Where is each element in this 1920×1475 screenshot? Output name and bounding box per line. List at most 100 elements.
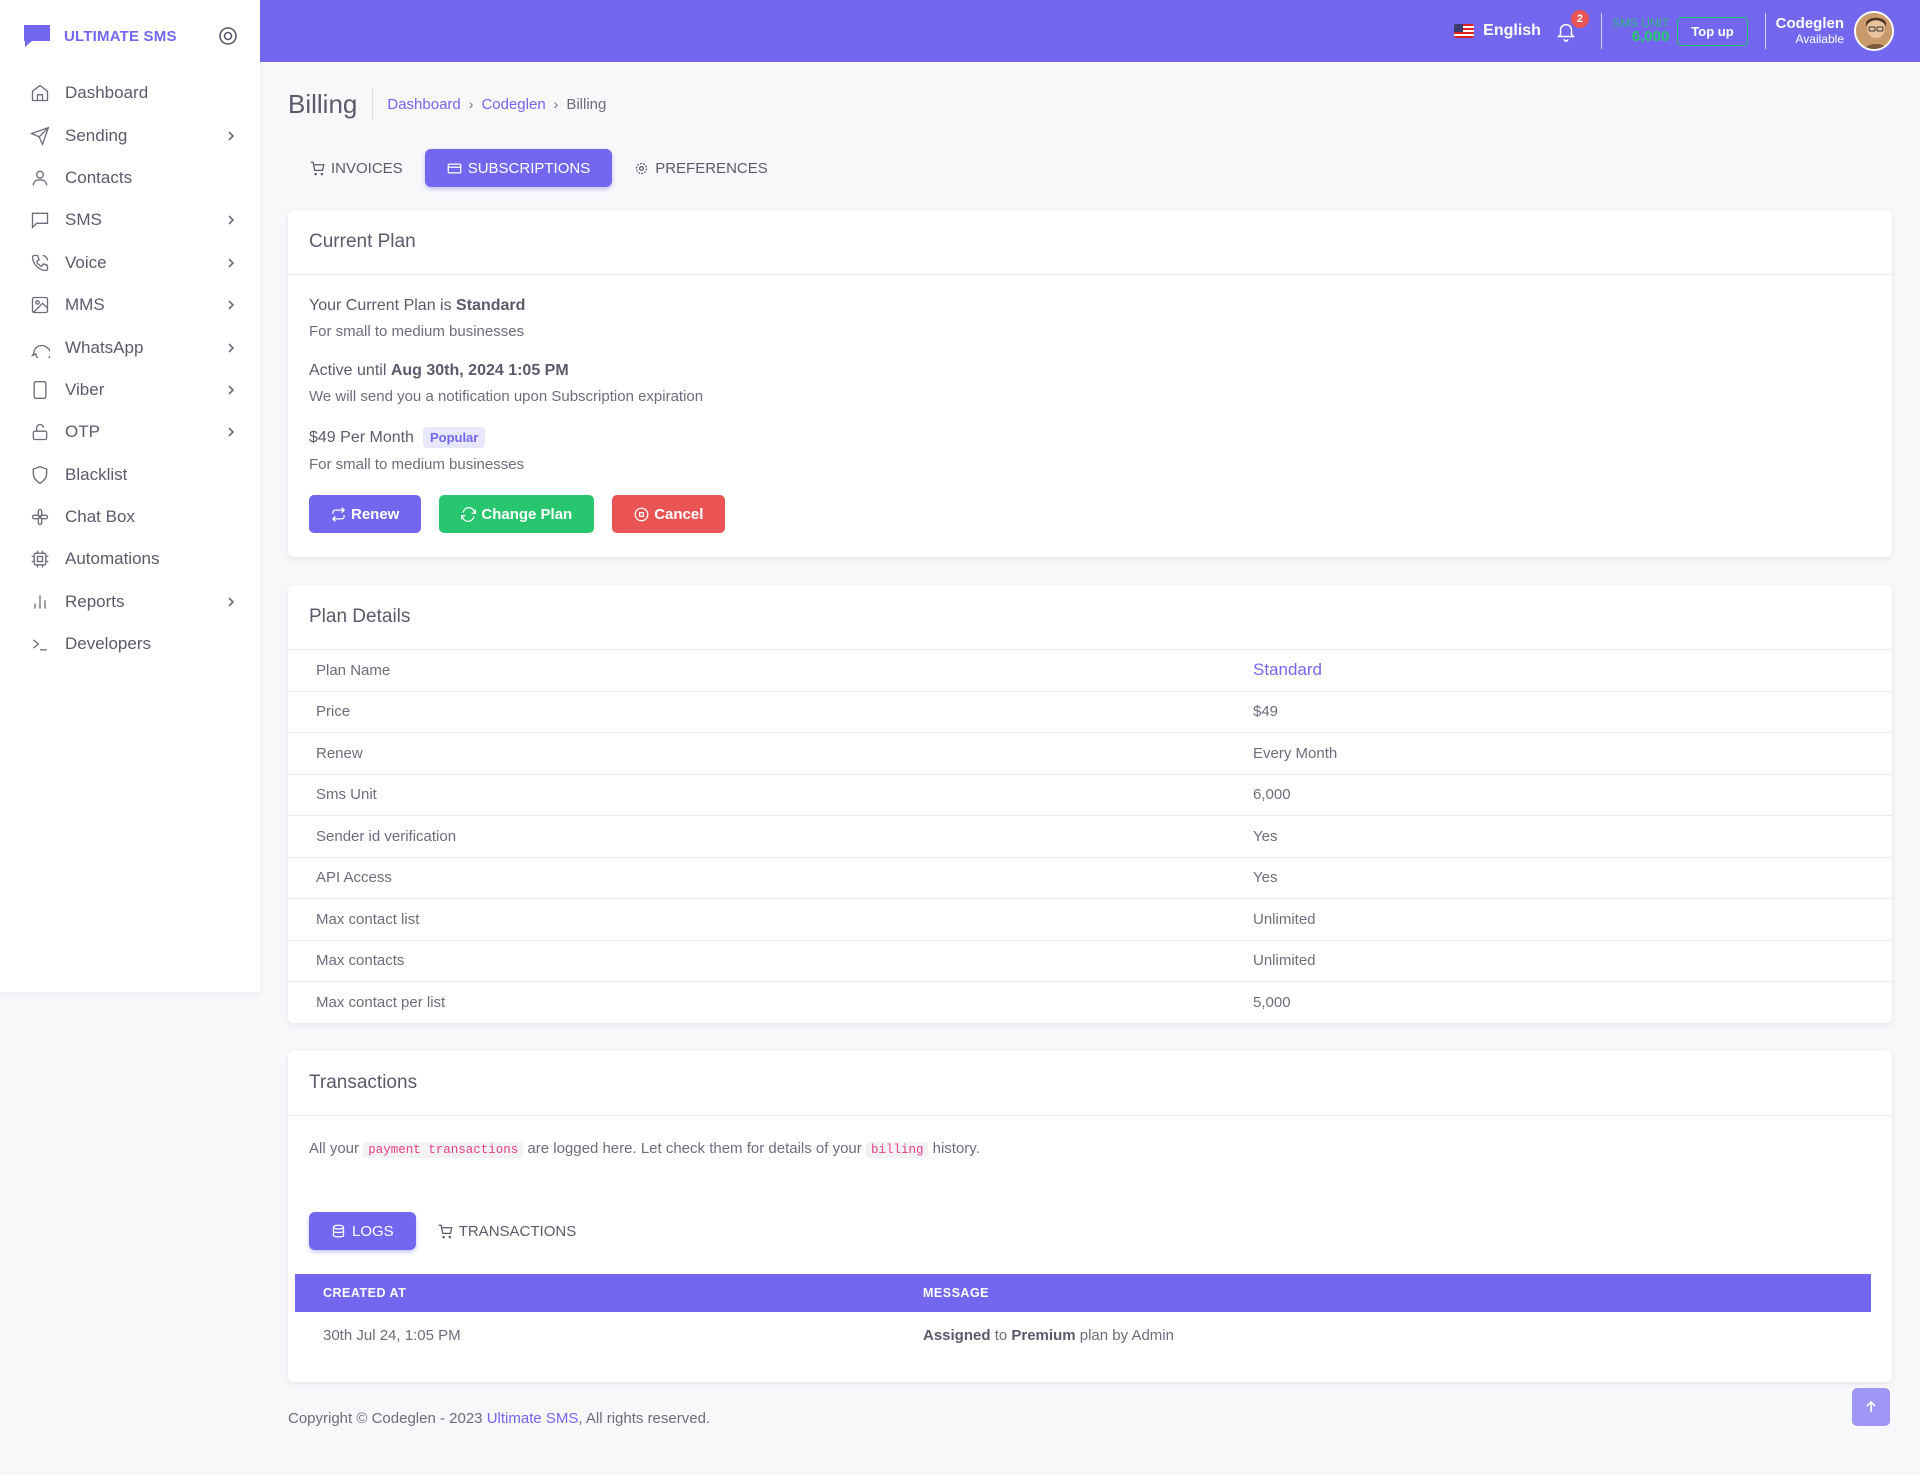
- chevron-right-icon: [224, 383, 238, 397]
- tab-subscriptions[interactable]: SUBSCRIPTIONS: [424, 149, 613, 187]
- scroll-to-top-button[interactable]: [1852, 1388, 1890, 1426]
- table-row: Price $49: [288, 690, 1892, 733]
- tab-transactions[interactable]: TRANSACTIONS: [416, 1212, 599, 1250]
- plan-name-link[interactable]: Standard: [1253, 649, 1892, 691]
- sidebar-item-voice[interactable]: Voice: [0, 242, 260, 284]
- table-row: Max contact per list 5,000: [288, 981, 1892, 1023]
- current-plan-card: Current Plan Your Current Plan is Standa…: [288, 210, 1892, 557]
- column-header-message[interactable]: MESSAGE: [895, 1274, 1871, 1312]
- sidebar-item-label: Blacklist: [65, 464, 128, 484]
- sidebar-menu: Dashboard Sending Contacts SMS Voice MMS: [0, 72, 260, 665]
- page-title: Billing: [288, 87, 374, 121]
- log-message-part: Premium: [1011, 1326, 1076, 1344]
- sidebar-item-viber[interactable]: Viber: [0, 369, 260, 411]
- chevron-right-icon: [224, 129, 238, 143]
- user-menu[interactable]: Codeglen Available: [1766, 15, 1844, 46]
- sidebar-item-whatsapp[interactable]: WhatsApp: [0, 326, 260, 368]
- renew-button[interactable]: Renew: [309, 495, 422, 533]
- current-plan-heading: Current Plan: [288, 210, 1892, 275]
- detail-label: Renew: [288, 732, 1253, 774]
- avatar[interactable]: [1854, 11, 1894, 51]
- active-until-date: Aug 30th, 2024 1:05 PM: [390, 362, 569, 379]
- language-selector[interactable]: English: [1454, 22, 1541, 40]
- chevron-right-icon: [224, 256, 238, 270]
- current-plan-prefix: Your Current Plan is: [309, 297, 452, 314]
- current-plan-line: Your Current Plan is Standard: [309, 297, 1871, 315]
- sidebar-item-label: Dashboard: [65, 83, 149, 103]
- send-icon: [30, 126, 50, 146]
- tab-label: INVOICES: [331, 159, 403, 177]
- breadcrumb-dashboard[interactable]: Dashboard: [387, 96, 460, 113]
- breadcrumb-codeglen[interactable]: Codeglen: [481, 96, 545, 113]
- sidebar-item-contacts[interactable]: Contacts: [0, 157, 260, 199]
- log-created-at: 30th Jul 24, 1:05 PM: [323, 1326, 461, 1344]
- sidebar-item-chat-box[interactable]: Chat Box: [0, 496, 260, 538]
- change-plan-button[interactable]: Change Plan: [439, 495, 595, 533]
- sidebar-item-sms[interactable]: SMS: [0, 199, 260, 241]
- sidebar-item-label: Automations: [65, 549, 160, 569]
- refresh-icon: [461, 506, 477, 522]
- stop-circle-icon: [634, 507, 649, 522]
- detail-label: API Access: [288, 856, 1253, 899]
- transactions-card: Transactions All your payment transactio…: [288, 1051, 1892, 1382]
- table-header-row: CREATED AT MESSAGE: [295, 1274, 1871, 1312]
- sidebar-item-developers[interactable]: Developers: [0, 623, 260, 665]
- tab-label: SUBSCRIPTIONS: [467, 159, 591, 177]
- top-up-button[interactable]: Top up: [1677, 16, 1748, 46]
- table-row: API Access Yes: [288, 856, 1892, 899]
- footer-copyright: Copyright © Codeglen - 2023: [288, 1410, 483, 1427]
- topbar: English 2 SMS UNIT 6,000 Top up Codeglen…: [260, 0, 1920, 62]
- table-row: Max contact list Unlimited: [288, 898, 1892, 940]
- column-header-created-at[interactable]: CREATED AT: [295, 1274, 895, 1312]
- plan-details-card: Plan Details Plan Name Standard Price $4…: [288, 585, 1892, 1023]
- sidebar-item-dashboard[interactable]: Dashboard: [0, 72, 260, 114]
- user-icon: [30, 168, 50, 188]
- sidebar-item-sending[interactable]: Sending: [0, 114, 260, 156]
- chevron-right-icon: [224, 425, 238, 439]
- sidebar-item-label: Sending: [65, 125, 128, 145]
- cancel-label: Cancel: [654, 505, 704, 523]
- active-until-description: We will send you a notification upon Sub…: [309, 388, 704, 405]
- notifications-button[interactable]: 2: [1555, 10, 1589, 42]
- sidebar-item-label: Voice: [65, 252, 107, 272]
- sidebar-item-mms[interactable]: MMS: [0, 284, 260, 326]
- current-plan-name: Standard: [456, 297, 526, 314]
- sidebar-item-label: WhatsApp: [65, 337, 144, 357]
- repeat-icon: [331, 506, 346, 522]
- detail-label: Plan Name: [288, 649, 1253, 691]
- home-icon: [30, 83, 50, 103]
- log-message-part: to: [994, 1326, 1008, 1344]
- credit-card-icon: [447, 161, 462, 176]
- tab-preferences[interactable]: PREFERENCES: [612, 149, 790, 187]
- sidebar-item-otp[interactable]: OTP: [0, 411, 260, 453]
- tab-logs[interactable]: LOGS: [309, 1212, 416, 1250]
- detail-value: Every Month: [1253, 732, 1892, 774]
- detail-value: 5,000: [1253, 981, 1892, 1023]
- plan-price-description: For small to medium businesses: [309, 456, 525, 473]
- sidebar-item-label: MMS: [65, 295, 105, 315]
- cancel-button[interactable]: Cancel: [612, 495, 726, 533]
- detail-value: $49: [1253, 690, 1892, 733]
- sidebar-item-label: Contacts: [65, 167, 133, 187]
- sidebar-item-automations[interactable]: Automations: [0, 538, 260, 580]
- table-row: Max contacts Unlimited: [288, 939, 1892, 982]
- brand[interactable]: ULTIMATE SMS: [0, 0, 260, 72]
- sidebar-item-blacklist[interactable]: Blacklist: [0, 454, 260, 496]
- tab-label: LOGS: [352, 1222, 394, 1240]
- sidebar-item-reports[interactable]: Reports: [0, 581, 260, 623]
- sidebar-item-label: SMS: [65, 210, 102, 230]
- database-icon: [331, 1224, 346, 1239]
- message-circle-icon: [30, 338, 50, 358]
- tab-label: PREFERENCES: [655, 159, 768, 177]
- collapse-menu-icon[interactable]: [218, 26, 238, 46]
- detail-label: Sender id verification: [288, 815, 1253, 857]
- message-square-icon: [30, 210, 50, 230]
- footer-link[interactable]: Ultimate SMS: [487, 1410, 579, 1427]
- detail-value: Yes: [1253, 856, 1892, 899]
- tab-invoices[interactable]: INVOICES: [288, 149, 425, 187]
- sidebar: ULTIMATE SMS Dashboard Sending Contacts …: [0, 0, 260, 992]
- code-payment-transactions: payment transactions: [363, 1142, 524, 1158]
- sidebar-item-label: OTP: [65, 422, 100, 442]
- tablet-icon: [30, 380, 50, 400]
- table-row: Sender id verification Yes: [288, 815, 1892, 857]
